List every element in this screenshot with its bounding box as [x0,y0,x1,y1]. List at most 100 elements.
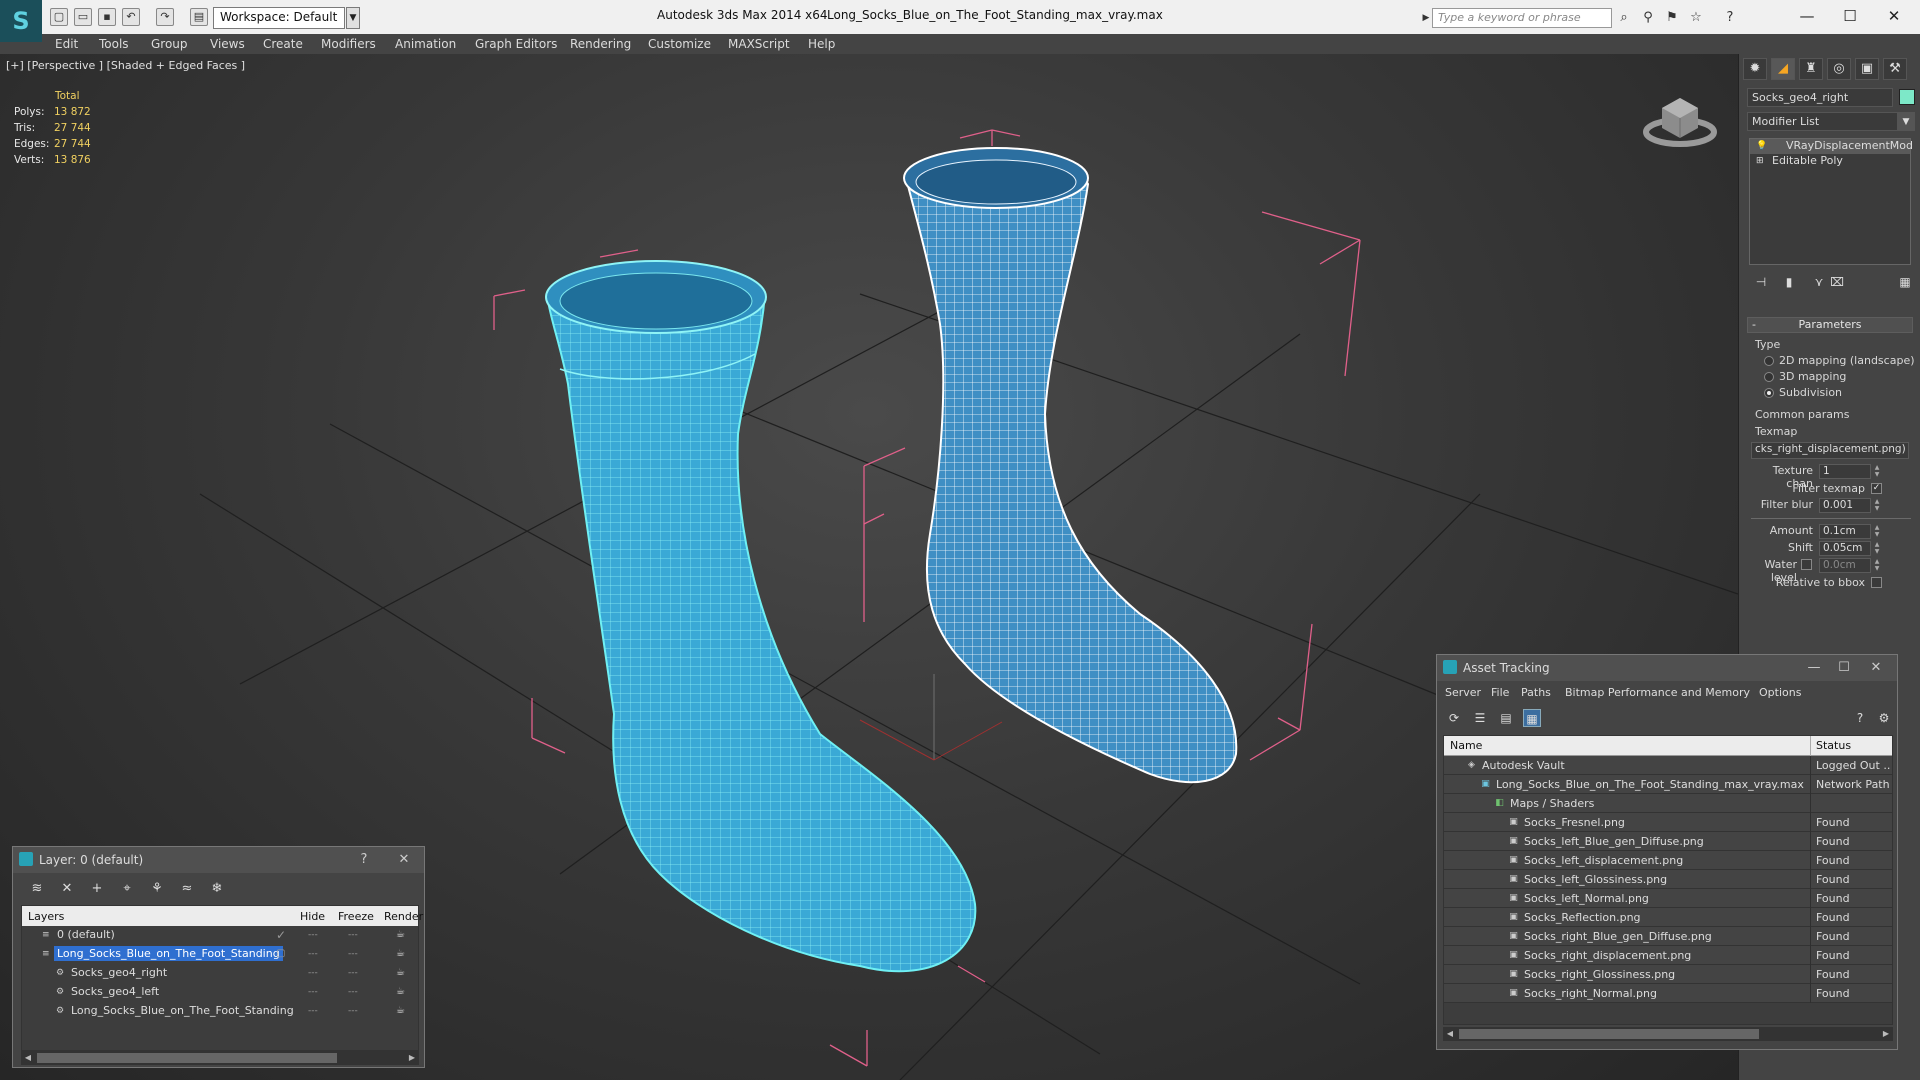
sock-left-mesh[interactable] [545,260,977,973]
texture-chan-spinner[interactable]: 1 [1819,464,1871,479]
filter-blur-spinner[interactable]: 0.001 [1819,498,1871,513]
freeze-toggle[interactable]: --- [348,930,358,940]
asset-menu-file[interactable]: File [1491,686,1509,699]
list-view-icon[interactable]: ☰ [1471,709,1489,727]
hide-toggle[interactable]: --- [308,1006,318,1016]
layer-scroll-right-icon[interactable]: ▶ [405,1051,419,1065]
menu-create[interactable]: Create [263,37,303,51]
col-name[interactable]: Name [1450,739,1482,752]
create-tab-icon[interactable]: ✹ [1743,58,1767,80]
asset-row[interactable]: ▣ Socks_left_Normal.png Found [1444,889,1892,908]
water-level-spinner[interactable]: 0.0cm [1819,558,1871,573]
configure-modifier-sets-icon[interactable]: ▦ [1895,272,1915,292]
asset-close-icon[interactable]: ✕ [1861,659,1891,677]
utilities-tab-icon[interactable]: ⚒ [1883,58,1907,80]
delete-layer-icon[interactable]: ✕ [57,879,77,899]
create-layer-icon[interactable]: ≋ [27,879,47,899]
radio-3d-mapping[interactable]: 3D mapping [1761,370,1846,383]
layer-name[interactable]: Long_Socks_Blue_on_The_Foot_Standing [54,946,283,961]
layer-help-icon[interactable]: ? [349,851,379,869]
show-end-result-icon[interactable]: ▮ [1779,272,1799,292]
make-unique-icon[interactable]: ⋎ [1809,272,1829,292]
menu-edit[interactable]: Edit [55,37,78,51]
hide-toggle[interactable]: --- [308,930,318,940]
menu-help[interactable]: Help [808,37,835,51]
asset-row[interactable]: ▣ Socks_Reflection.png Found [1444,908,1892,927]
undo-icon[interactable]: ↶ [122,8,140,26]
menu-views[interactable]: Views [210,37,245,51]
menu-tools[interactable]: Tools [99,37,129,51]
freeze-toggle[interactable]: --- [348,987,358,997]
col-hide[interactable]: Hide [300,910,325,923]
freeze-toggle[interactable]: --- [348,968,358,978]
current-layer-box-icon[interactable]: ▢ [276,948,285,959]
asset-row[interactable]: ◧ Maps / Shaders [1444,794,1892,813]
asset-menu-server[interactable]: Server [1445,686,1481,699]
menu-customize[interactable]: Customize [648,37,711,51]
highlight-layer-icon[interactable]: ⚘ [147,879,167,899]
shift-spin-icon[interactable]: ▲ ▼ [1873,541,1881,556]
asset-menu-options[interactable]: Options [1759,686,1801,699]
water-level-spin-icon[interactable]: ▲ ▼ [1873,558,1881,573]
viewcube-icon[interactable] [1640,84,1720,154]
render-teapot-icon[interactable]: ☕ [396,948,405,959]
communication-center-icon[interactable]: ⚲ [1640,10,1656,26]
shift-spinner[interactable]: 0.05cm [1819,541,1871,556]
asset-menu-bitmap[interactable]: Bitmap Performance and Memory [1565,686,1750,699]
asset-row[interactable]: ▣ Socks_right_displacement.png Found [1444,946,1892,965]
favorites-star-icon[interactable]: ☆ [1688,10,1704,26]
texture-chan-spin-icon[interactable]: ▲ ▼ [1873,464,1881,479]
filter-texmap-checkbox[interactable]: ✓ [1871,483,1882,494]
layer-row[interactable]: ⚙ Socks_geo4_right --- --- ☕ [22,964,418,983]
menu-rendering[interactable]: Rendering [570,37,631,51]
col-status[interactable]: Status [1816,739,1851,752]
freeze-toggle[interactable]: --- [348,949,358,959]
asset-minimize-icon[interactable]: — [1799,659,1829,677]
layer-close-icon[interactable]: ✕ [389,851,419,869]
asset-horizontal-scrollbar[interactable]: ◀ ▶ [1443,1027,1893,1041]
display-tab-icon[interactable]: ▣ [1855,58,1879,80]
viewport-label[interactable]: [+] [Perspective ] [Shaded + Edged Faces… [6,59,245,72]
menu-maxscript[interactable]: MAXScript [728,37,790,51]
freeze-toggle[interactable]: --- [348,1006,358,1016]
workspace-dropdown-arrow-icon[interactable]: ▼ [346,7,360,29]
thumbnail-view-icon[interactable]: ▤ [1497,709,1515,727]
layer-row[interactable]: ⚙ Socks_geo4_left --- --- ☕ [22,983,418,1002]
layer-row[interactable]: ⚙ Long_Socks_Blue_on_The_Foot_Standing ---… [22,1002,418,1021]
object-name-field[interactable]: Socks_geo4_right [1747,88,1893,107]
asset-tracking-titlebar[interactable]: Asset Tracking — ☐ ✕ [1437,655,1897,681]
modifier-list-arrow-icon[interactable]: ▼ [1897,112,1915,131]
open-file-icon[interactable]: ▭ [74,8,92,26]
select-in-layer-icon[interactable]: ⌖ [117,879,137,899]
close-icon[interactable]: ✕ [1882,6,1906,26]
layer-scroll-left-icon[interactable]: ◀ [21,1051,35,1065]
asset-menu-paths[interactable]: Paths [1521,686,1551,699]
redo-icon[interactable]: ↷ [156,8,174,26]
add-to-layer-icon[interactable]: + [87,879,107,899]
parameters-rollout-header[interactable]: - Parameters [1747,317,1913,333]
app-logo-icon[interactable]: S [0,0,42,42]
new-file-icon[interactable]: ▢ [50,8,68,26]
project-folder-icon[interactable]: ▤ [190,8,208,26]
save-file-icon[interactable]: ▪ [98,8,116,26]
layer-row[interactable]: ≡ 0 (default) ✓ --- --- ☕ [22,926,418,945]
asset-row[interactable]: ▣ Socks_right_Blue_gen_Diffuse.png Found [1444,927,1892,946]
table-view-icon[interactable]: ▦ [1523,709,1541,727]
layer-name[interactable]: Socks_geo4_left [68,984,162,999]
asset-maximize-icon[interactable]: ☐ [1829,659,1859,677]
expand-plus-icon[interactable]: ⊞ [1756,156,1766,166]
help-icon[interactable]: ? [1722,10,1738,26]
asset-row[interactable]: ▣ Socks_left_displacement.png Found [1444,851,1892,870]
menu-graph-editors[interactable]: Graph Editors [475,37,557,51]
relative-bbox-checkbox[interactable] [1871,577,1882,588]
hide-all-layers-icon[interactable]: ≈ [177,879,197,899]
layer-scroll-thumb[interactable] [37,1053,337,1063]
hide-toggle[interactable]: --- [308,987,318,997]
hierarchy-tab-icon[interactable]: ♜ [1799,58,1823,80]
motion-tab-icon[interactable]: ◎ [1827,58,1851,80]
remove-modifier-icon[interactable]: ⌧ [1827,272,1847,292]
menu-modifiers[interactable]: Modifiers [321,37,376,51]
asset-row[interactable]: ▣ Long_Socks_Blue_on_The_Foot_Standing_ma… [1444,775,1892,794]
hide-toggle[interactable]: --- [308,949,318,959]
asset-options-icon[interactable]: ⚙ [1875,709,1893,727]
